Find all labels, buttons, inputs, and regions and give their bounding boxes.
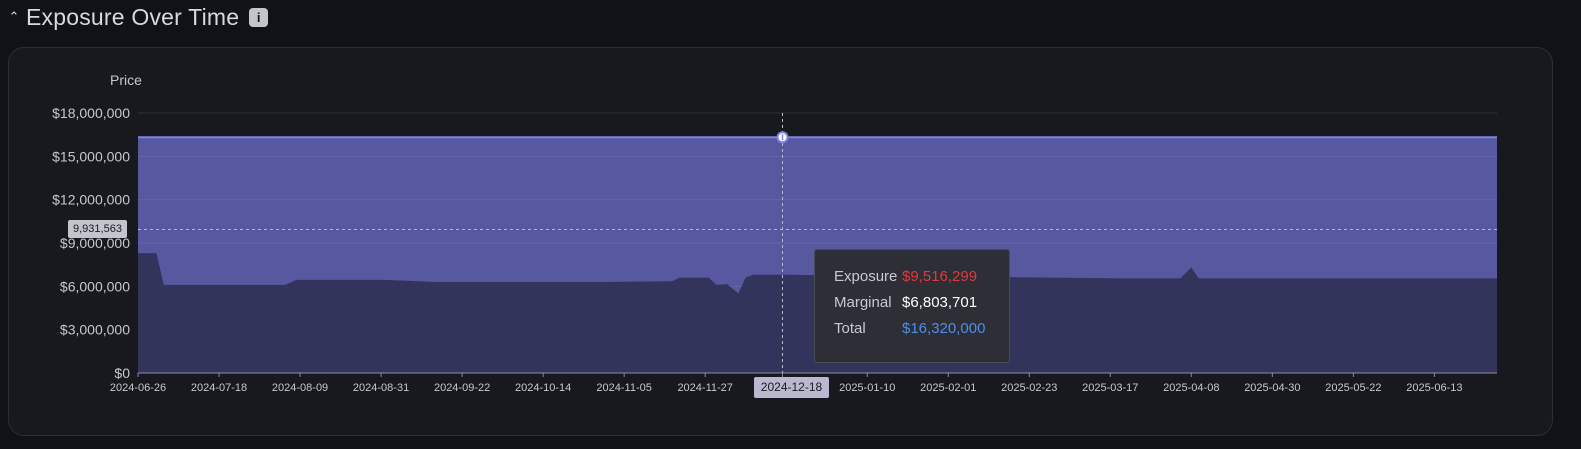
x-tick-label: 2024-06-26 bbox=[110, 382, 166, 394]
x-tick-label: 2025-04-08 bbox=[1163, 382, 1219, 394]
x-tick-label: 2024-09-22 bbox=[434, 382, 490, 394]
hover-y-value-badge: 9,931,563 bbox=[68, 220, 127, 238]
tooltip-row-total: Total $16,320,000 bbox=[834, 320, 1009, 346]
y-tick-label: $15,000,000 bbox=[52, 148, 130, 164]
x-tick-label: 2025-01-10 bbox=[839, 382, 895, 394]
x-tick-label: 2025-02-23 bbox=[1001, 382, 1057, 394]
hover-x-date-badge: 2024-12-18 bbox=[754, 377, 829, 398]
x-tick-label: 2024-08-31 bbox=[353, 382, 409, 394]
y-axis-title: Price bbox=[110, 72, 142, 88]
y-tick-label: $6,000,000 bbox=[60, 278, 130, 294]
x-tick-label: 2025-04-30 bbox=[1244, 382, 1300, 394]
y-tick-label: $12,000,000 bbox=[52, 192, 130, 208]
tooltip-row-exposure: Exposure $9,516,299 bbox=[834, 268, 1009, 294]
x-tick-label: 2024-11-27 bbox=[677, 382, 732, 394]
tooltip-total-label: Total bbox=[834, 320, 866, 337]
x-tick-label: 2025-06-13 bbox=[1406, 382, 1462, 394]
x-tick-label: 2024-08-09 bbox=[272, 382, 328, 394]
tooltip-exposure-label: Exposure bbox=[834, 268, 898, 285]
y-tick-label: $18,000,000 bbox=[52, 105, 130, 121]
x-tick-label: 2025-03-17 bbox=[1082, 382, 1138, 394]
x-tick-label: 2024-11-05 bbox=[596, 382, 651, 394]
x-tick-label: 2025-05-22 bbox=[1325, 382, 1381, 394]
tooltip-row-marginal: Marginal $6,803,701 bbox=[834, 294, 1009, 320]
tooltip-exposure-value: $9,516,299 bbox=[902, 268, 978, 285]
x-tick-label: 2025-02-01 bbox=[920, 382, 976, 394]
tooltip-marginal-value: $6,803,701 bbox=[902, 294, 978, 311]
tooltip-marginal-label: Marginal bbox=[834, 294, 892, 311]
hover-tooltip: Exposure $9,516,299 Marginal $6,803,701 … bbox=[814, 249, 1010, 363]
y-tick-label: $0 bbox=[114, 365, 130, 381]
x-tick-label: 2024-10-14 bbox=[515, 382, 571, 394]
x-tick-label: 2024-07-18 bbox=[191, 382, 247, 394]
tooltip-total-value: $16,320,000 bbox=[902, 320, 986, 337]
y-tick-label: $3,000,000 bbox=[60, 322, 130, 338]
